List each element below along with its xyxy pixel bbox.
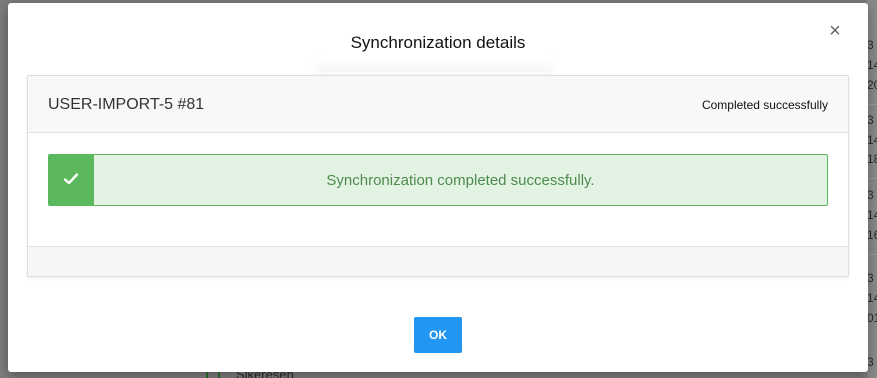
title-shadow bbox=[314, 57, 554, 75]
background-text: 3 bbox=[867, 38, 874, 52]
close-icon[interactable]: × bbox=[825, 20, 845, 42]
ok-button[interactable]: OK bbox=[414, 317, 462, 353]
panel-footer bbox=[28, 246, 848, 276]
panel-header: USER-IMPORT-5 #81 Completed successfully bbox=[28, 76, 848, 133]
background-text: 16 bbox=[867, 228, 877, 242]
background-text: 3 bbox=[867, 188, 874, 202]
success-alert: Synchronization completed successfully. bbox=[48, 154, 828, 206]
check-icon bbox=[63, 173, 79, 185]
background-divider bbox=[867, 254, 877, 255]
background-text: 20 bbox=[867, 78, 877, 92]
background-text: 3 bbox=[867, 355, 874, 369]
background-text: 14 bbox=[867, 208, 877, 222]
sync-details-modal: Synchronization details × USER-IMPORT-5 … bbox=[8, 3, 868, 372]
sync-panel: USER-IMPORT-5 #81 Completed successfully… bbox=[27, 75, 849, 277]
background-text: 3 bbox=[867, 271, 874, 285]
background-page-edge: 3 14 20 3 14 18 3 14 16 3 14 01 3 bbox=[867, 0, 877, 378]
background-divider bbox=[867, 104, 877, 105]
modal-title: Synchronization details bbox=[350, 33, 526, 52]
background-text: 14 bbox=[867, 133, 877, 147]
background-divider bbox=[867, 178, 877, 179]
background-text: 14 bbox=[867, 58, 877, 72]
alert-message: Synchronization completed successfully. bbox=[326, 172, 595, 189]
background-text: 01 bbox=[867, 311, 877, 325]
alert-icon-box bbox=[49, 155, 94, 205]
background-text: 14 bbox=[867, 291, 877, 305]
sync-status-text: Completed successfully bbox=[701, 98, 828, 112]
sync-job-name: USER-IMPORT-5 #81 bbox=[48, 96, 205, 113]
background-text: 18 bbox=[867, 152, 877, 166]
background-text: 3 bbox=[867, 113, 874, 127]
